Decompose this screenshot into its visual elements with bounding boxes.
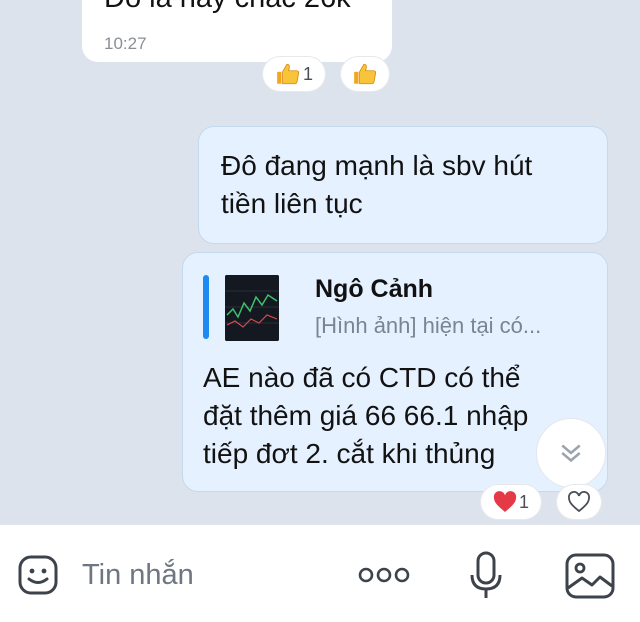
- quoted-sender-name: Ngô Cảnh: [315, 275, 434, 303]
- chat-area: Đó là hay chắc 26k 10:27 1 Đô đang mạnh …: [0, 0, 640, 524]
- more-dots-icon: [358, 567, 410, 583]
- message-text-line: tiền liên tục: [221, 188, 363, 219]
- quote-accent-bar: [203, 275, 209, 339]
- heart-outline-icon: [568, 491, 590, 513]
- received-message-bubble[interactable]: Đó là hay chắc 26k 10:27: [82, 0, 392, 62]
- chevron-double-down-icon: [561, 444, 581, 463]
- message-input-bar: Tin nhắn: [0, 524, 640, 622]
- image-gallery-icon: [565, 553, 615, 599]
- scroll-to-bottom-button[interactable]: [536, 418, 606, 488]
- microphone-icon: [470, 551, 502, 598]
- heart-reaction-count[interactable]: 1: [480, 484, 542, 520]
- sent-message-bubble[interactable]: Đô đang mạnh là sbv hút tiền liên tục: [198, 126, 608, 244]
- send-image-button[interactable]: [562, 549, 618, 603]
- voice-record-button[interactable]: [462, 549, 510, 603]
- quoted-image-thumbnail[interactable]: [225, 275, 279, 341]
- received-message-text: Đó là hay chắc 26k: [104, 0, 351, 15]
- sticker-smile-icon: [18, 555, 58, 595]
- message-timestamp: 10:27: [104, 34, 147, 53]
- message-text-line: Đô đang mạnh là sbv hút: [221, 150, 533, 181]
- message-text-line: tiếp đơt 2. cắt khi thủng: [203, 438, 496, 469]
- sticker-button[interactable]: [14, 551, 62, 599]
- heart-icon: [493, 491, 517, 512]
- thumbs-up-icon: [277, 63, 300, 85]
- thumbs-up-icon: [354, 63, 377, 85]
- thumbs-up-reaction-count[interactable]: 1: [262, 56, 326, 92]
- message-text-line: AE nào đã có CTD có thể: [203, 362, 521, 393]
- reaction-count: 1: [518, 491, 529, 512]
- message-text-line: đặt thêm giá 66 66.1 nhập: [203, 400, 529, 431]
- message-input-field[interactable]: Tin nhắn: [82, 559, 194, 592]
- reaction-count: 1: [302, 63, 313, 84]
- add-heart-reaction-button[interactable]: [556, 484, 602, 520]
- quoted-message-preview: [Hình ảnh] hiện tại có...: [315, 313, 542, 338]
- more-options-button[interactable]: [354, 557, 414, 593]
- add-thumbs-up-reaction-button[interactable]: [340, 56, 390, 92]
